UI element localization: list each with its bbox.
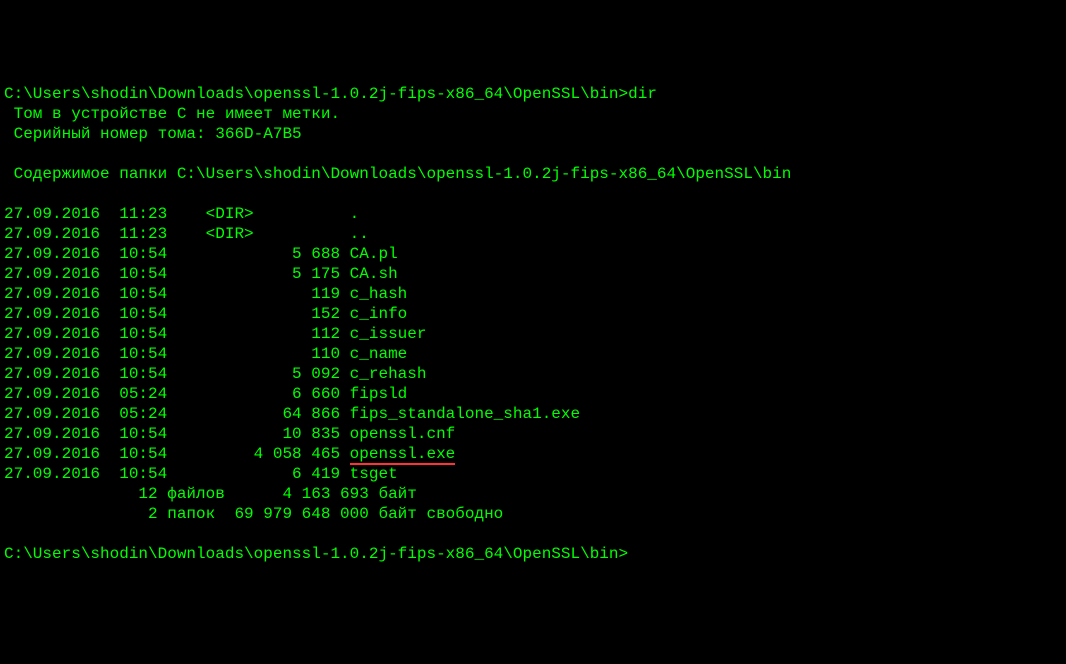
directory-row: 27.09.2016 10:54 152 c_info xyxy=(4,304,1062,324)
row-prefix: 27.09.2016 10:54 4 058 465 xyxy=(4,445,350,463)
directory-listing: 27.09.2016 11:23 <DIR> .27.09.2016 11:23… xyxy=(4,204,1062,444)
prompt-line-2[interactable]: C:\Users\shodin\Downloads\openssl-1.0.2j… xyxy=(4,544,1062,564)
directory-row: 27.09.2016 10:54 119 c_hash xyxy=(4,284,1062,304)
prompt-path: C:\Users\shodin\Downloads\openssl-1.0.2j… xyxy=(4,545,628,563)
blank-line xyxy=(4,144,1062,164)
command-text: dir xyxy=(628,85,657,103)
directory-row: 27.09.2016 10:54 6 419 tsget xyxy=(4,464,1062,484)
blank-line xyxy=(4,524,1062,544)
summary-folders-line: 2 папок 69 979 648 000 байт свободно xyxy=(4,504,1062,524)
directory-row: 27.09.2016 10:54 5 688 CA.pl xyxy=(4,244,1062,264)
blank-line xyxy=(4,184,1062,204)
directory-row: 27.09.2016 10:54 110 c_name xyxy=(4,344,1062,364)
highlighted-filename: openssl.exe xyxy=(350,445,456,463)
directory-row-highlighted: 27.09.2016 10:54 4 058 465 openssl.exe xyxy=(4,444,1062,464)
directory-row: 27.09.2016 11:23 <DIR> . xyxy=(4,204,1062,224)
directory-row: 27.09.2016 10:54 5 092 c_rehash xyxy=(4,364,1062,384)
volume-label-line: Том в устройстве C не имеет метки. xyxy=(4,104,1062,124)
prompt-path: C:\Users\shodin\Downloads\openssl-1.0.2j… xyxy=(4,85,628,103)
summary-files-line: 12 файлов 4 163 693 байт xyxy=(4,484,1062,504)
terminal-output: C:\Users\shodin\Downloads\openssl-1.0.2j… xyxy=(4,84,1062,564)
content-header-line: Содержимое папки C:\Users\shodin\Downloa… xyxy=(4,164,1062,184)
directory-listing-after: 27.09.2016 10:54 6 419 tsget xyxy=(4,464,1062,484)
serial-number-line: Серийный номер тома: 366D-A7B5 xyxy=(4,124,1062,144)
directory-row: 27.09.2016 05:24 6 660 fipsld xyxy=(4,384,1062,404)
directory-row: 27.09.2016 10:54 5 175 CA.sh xyxy=(4,264,1062,284)
directory-row: 27.09.2016 05:24 64 866 fips_standalone_… xyxy=(4,404,1062,424)
prompt-line-1[interactable]: C:\Users\shodin\Downloads\openssl-1.0.2j… xyxy=(4,84,1062,104)
directory-row: 27.09.2016 10:54 10 835 openssl.cnf xyxy=(4,424,1062,444)
directory-row: 27.09.2016 10:54 112 c_issuer xyxy=(4,324,1062,344)
directory-row: 27.09.2016 11:23 <DIR> .. xyxy=(4,224,1062,244)
